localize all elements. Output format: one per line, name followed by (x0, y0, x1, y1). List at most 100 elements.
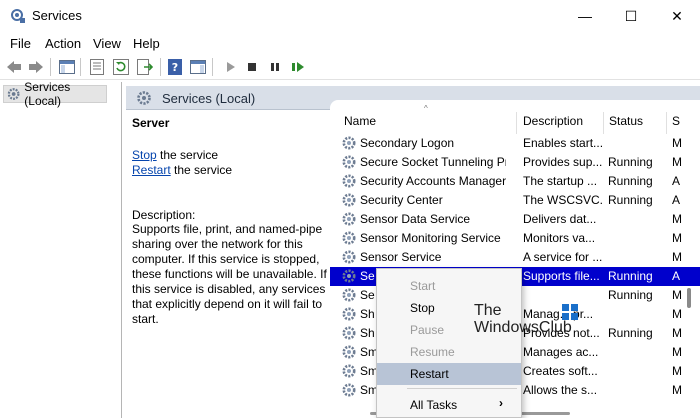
menu-bar: File Action View Help (0, 32, 700, 54)
gear-icon (342, 174, 356, 188)
column-header-description[interactable]: Description (523, 114, 583, 134)
service-description-cell: Manages ac... (523, 345, 599, 359)
column-header-startup[interactable]: S (672, 114, 680, 134)
service-status-cell: Running (608, 288, 653, 302)
watermark-line1: The (474, 302, 502, 319)
service-description-cell: Enables start... (523, 136, 603, 150)
menu-action[interactable]: Action (45, 36, 81, 51)
stop-link-row: Stop the service (132, 148, 218, 162)
refresh-icon[interactable] (111, 57, 131, 77)
back-arrow-icon[interactable] (4, 57, 24, 77)
service-description-cell: Creates soft... (523, 364, 598, 378)
svg-text:?: ? (172, 61, 178, 74)
help-icon[interactable]: ? (165, 57, 185, 77)
gear-icon (342, 364, 356, 378)
toolbar: ? (0, 54, 700, 80)
column-separator (666, 112, 667, 134)
context-menu: Start Stop Pause Resume Restart All Task… (376, 268, 522, 418)
menu-item-label: Resume (410, 345, 455, 359)
submenu-arrow-icon: › (499, 396, 503, 410)
action-pane-icon[interactable] (188, 57, 208, 77)
service-status-cell: Running (608, 269, 653, 283)
restart-link-row: Restart the service (132, 163, 232, 177)
service-status-cell: Running (608, 326, 653, 340)
watermark-line2: WindowsClub (474, 319, 572, 336)
close-button[interactable]: ✕ (654, 0, 700, 32)
restart-service-icon[interactable] (288, 57, 308, 77)
service-description-cell: Provides sup... (523, 155, 603, 169)
tree-item-services-local[interactable]: Services (Local) (3, 80, 107, 108)
gear-icon (342, 250, 356, 264)
service-description-cell: A service for ... (523, 250, 603, 264)
table-row[interactable]: Security Accounts Manager The startup ...… (330, 172, 700, 191)
title-bar: Services — ☐ ✕ (0, 0, 700, 32)
start-service-icon[interactable] (220, 57, 240, 77)
stop-link-suffix: the service (156, 148, 219, 162)
gear-icon (7, 88, 20, 100)
menu-item-label: Restart (410, 367, 449, 381)
vertical-scrollbar[interactable] (684, 114, 700, 418)
service-status-cell: Running (608, 174, 653, 188)
restart-service-link[interactable]: Restart (132, 163, 171, 177)
service-description-cell: The startup ... (523, 174, 598, 188)
minimize-button[interactable]: — (562, 0, 608, 32)
service-description-cell: Supports file... (523, 269, 600, 283)
gear-icon (342, 193, 356, 207)
gear-icon (342, 231, 356, 245)
column-separator (516, 112, 517, 134)
gear-icon (342, 383, 356, 397)
show-console-tree-icon[interactable] (57, 57, 77, 77)
gear-icon (137, 91, 151, 105)
menu-item-label: Start (410, 279, 436, 293)
service-name-cell: Sensor Service (360, 250, 442, 264)
column-header-status[interactable]: Status (609, 114, 643, 134)
table-row[interactable]: Sensor Data Service Delivers dat... M (330, 210, 700, 229)
gear-icon (342, 345, 356, 359)
menu-item-resume: Resume (377, 341, 521, 363)
watermark: The WindowsClub (470, 302, 590, 342)
table-row[interactable]: Secure Socket Tunneling Pro... Provides s… (330, 153, 700, 172)
column-header-name[interactable]: Name (344, 114, 376, 134)
service-status-cell: Running (608, 193, 653, 207)
window-title: Services (32, 8, 82, 23)
service-name-cell: Secure Socket Tunneling Pro... (360, 155, 506, 169)
service-status-cell: Running (608, 155, 653, 169)
properties-icon[interactable] (87, 57, 107, 77)
table-row[interactable]: Secondary Logon Enables start... M (330, 134, 700, 153)
service-name-cell: Security Center (360, 193, 443, 207)
service-description-cell: Delivers dat... (523, 212, 597, 226)
service-name-cell: Secondary Logon (360, 136, 455, 150)
menu-help[interactable]: Help (133, 36, 160, 51)
menu-item-restart[interactable]: Restart (377, 363, 521, 385)
forward-arrow-icon[interactable] (26, 57, 46, 77)
pause-service-icon[interactable] (265, 57, 285, 77)
toolbar-separator (160, 58, 161, 76)
menu-file[interactable]: File (10, 36, 31, 51)
maximize-button[interactable]: ☐ (608, 0, 654, 32)
stop-service-icon[interactable] (242, 57, 262, 77)
toolbar-separator (212, 58, 213, 76)
menu-view[interactable]: View (93, 36, 121, 51)
gear-icon (342, 155, 356, 169)
service-name-cell: Security Accounts Manager (360, 174, 506, 188)
selected-service-name: Server (132, 116, 170, 130)
scrollbar-thumb[interactable] (687, 288, 691, 308)
gear-icon (342, 212, 356, 226)
service-name-cell: Sensor Data Service (360, 212, 471, 226)
menu-item-all-tasks[interactable]: All Tasks › (377, 394, 521, 416)
gear-icon (342, 326, 356, 340)
service-description-cell: Allows the s... (523, 383, 598, 397)
description-text: Supports file, print, and named-pipe sha… (132, 222, 327, 326)
sort-ascending-icon: ^ (424, 104, 428, 113)
menu-item-start: Start (377, 275, 521, 297)
export-list-icon[interactable] (135, 57, 155, 77)
menu-item-label: Pause (410, 323, 445, 337)
toolbar-separator (50, 58, 51, 76)
stop-service-link[interactable]: Stop (132, 148, 157, 162)
service-name-cell: Sensor Monitoring Service (360, 231, 501, 245)
restart-link-suffix: the service (170, 163, 233, 177)
table-row[interactable]: Sensor Service A service for ... M (330, 248, 700, 267)
table-row[interactable]: Security Center The WSCSVC... Running A (330, 191, 700, 210)
table-row[interactable]: Sensor Monitoring Service Monitors va... M (330, 229, 700, 248)
services-app-icon (11, 9, 25, 23)
